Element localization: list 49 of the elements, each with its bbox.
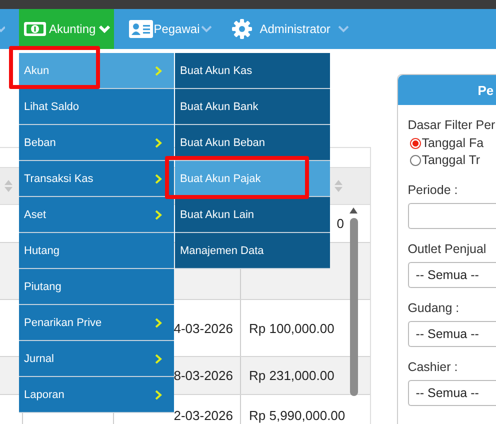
field-label: Periode : (408, 183, 459, 197)
nav-menu-item[interactable]: Akunting (19, 9, 114, 49)
chevron-down-icon (338, 25, 350, 33)
nav-menu-item[interactable]: Pegawai (124, 9, 217, 49)
table-cell: 4-03-2026 (174, 320, 233, 336)
nav-menu-item[interactable]: Administrator (226, 9, 354, 49)
table-cell: Rp 231,000.00 (249, 368, 334, 383)
field-label: Outlet Penjual (408, 242, 488, 256)
menu-item[interactable]: Aset (19, 197, 174, 233)
menu-item[interactable]: Transaksi Kas (19, 161, 174, 197)
chevron-down-icon (98, 25, 110, 33)
panel-title: Pe (478, 82, 494, 98)
table-cell: Rp 100,000.00 (249, 320, 334, 336)
menu-item[interactable]: Jurnal (19, 341, 174, 377)
sort-icon[interactable] (334, 179, 343, 193)
table-cell: 8-03-2026 (174, 368, 233, 383)
menu-item[interactable]: Buat Akun Lain (175, 197, 330, 233)
table-cell: 0 (336, 216, 344, 231)
menu-item[interactable]: Laporan (19, 377, 174, 413)
menu-item[interactable]: Buat Akun Bank (175, 89, 330, 125)
field-label: Cashier : (408, 360, 459, 374)
menu-item[interactable]: Buat Akun Beban (175, 125, 330, 161)
scroll-up-icon[interactable] (349, 207, 358, 214)
menu-item[interactable]: Akun (19, 53, 174, 89)
menu-item[interactable]: Manajemen Data (175, 233, 330, 269)
menu-item[interactable]: Lihat Saldo (19, 89, 174, 125)
sort-icon[interactable] (4, 179, 13, 193)
menu-item[interactable]: Beban (19, 125, 174, 161)
menu-item[interactable]: Buat Akun Kas (175, 53, 330, 89)
scrollbar-thumb[interactable] (350, 218, 358, 396)
chevron-down-icon (200, 25, 212, 33)
radio-option[interactable]: Tanggal Tr (410, 153, 496, 167)
select-field[interactable]: -- Semua -- (408, 321, 496, 347)
table-cell: 2-03-2026 (174, 408, 233, 422)
money-icon (24, 22, 46, 36)
field-label: Dasar Filter Per (408, 118, 496, 132)
radio-option[interactable]: Tanggal Fa (410, 136, 496, 150)
table-cell: Rp 5,990,000.00 (249, 408, 346, 422)
id-card-icon (128, 20, 153, 38)
menu-item[interactable]: Hutang (19, 233, 174, 269)
select-field[interactable]: -- Semua -- (408, 262, 496, 288)
menu-item[interactable]: Penarikan Prive (19, 305, 174, 341)
menu-item[interactable]: Piutang (19, 269, 174, 305)
menu-item[interactable]: Buat Akun Pajak (175, 161, 330, 197)
chevron-down-icon[interactable] (0, 25, 5, 33)
select-field[interactable]: -- Semua -- (408, 380, 496, 406)
field-label: Gudang : (408, 301, 460, 315)
settings-icon (232, 19, 252, 39)
input-field[interactable] (408, 203, 496, 229)
